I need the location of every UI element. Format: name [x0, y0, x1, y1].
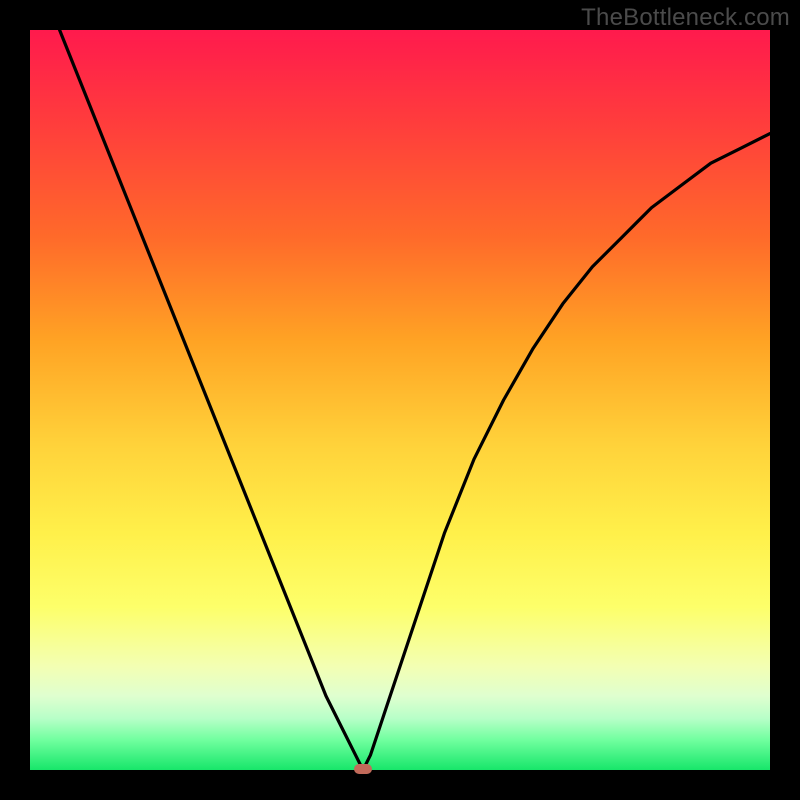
curve-path: [30, 0, 770, 770]
bottleneck-curve: [30, 30, 770, 770]
plot-area: [30, 30, 770, 770]
chart-frame: TheBottleneck.com: [0, 0, 800, 800]
optimum-marker: [354, 764, 372, 774]
watermark-text: TheBottleneck.com: [581, 4, 790, 32]
